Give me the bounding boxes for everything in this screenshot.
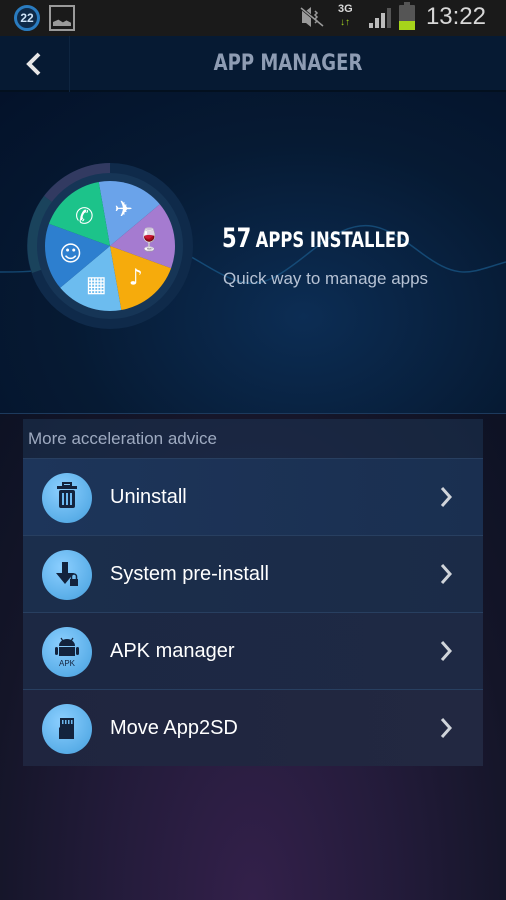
airplane-icon: ✈ <box>114 197 132 222</box>
chevron-right-icon <box>440 641 453 661</box>
list-item-system-pre-install[interactable]: System pre-install <box>23 535 483 612</box>
3g-data-icon: 3G <box>338 3 353 15</box>
page-title: APP MANAGER <box>213 51 363 76</box>
phone-icon: ✆ <box>75 204 93 229</box>
apps-summary: ✈ 🍷 ♪ ▦ ☺ ✆ 57 APPS INSTALLED Quick way to ma… <box>0 92 506 414</box>
chevron-left-icon <box>26 52 41 76</box>
music-note-icon: ♪ <box>129 266 143 291</box>
battery-level-fill <box>399 21 415 30</box>
item-label: APK manager <box>110 640 235 662</box>
mute-vibrate-icon <box>300 6 324 32</box>
installed-label: APPS INSTALLED <box>255 228 410 252</box>
battery-icon <box>399 2 415 30</box>
chevron-right-icon <box>440 564 453 584</box>
item-label: Uninstall <box>110 486 187 508</box>
notification-count-icon: 22 <box>14 5 40 31</box>
signal-icon <box>369 8 392 28</box>
app-header: APP MANAGER <box>0 36 506 92</box>
clock: 13:22 <box>425 3 486 30</box>
apps-installed-heading: 57 APPS INSTALLED <box>222 223 410 254</box>
chevron-right-icon <box>440 487 453 507</box>
apps-subtitle: Quick way to manage apps <box>223 269 429 288</box>
item-label: Move App2SD <box>110 717 238 739</box>
acceleration-advice-panel: More acceleration advice Uninstall Syste… <box>23 419 483 766</box>
gallery-icon <box>49 5 75 31</box>
item-label: System pre-install <box>110 563 269 585</box>
film-icon: ▦ <box>86 273 107 298</box>
trash-icon <box>42 473 92 523</box>
data-activity-icon: ↓↑ <box>340 17 350 28</box>
wine-glass-icon: 🍷 <box>136 227 163 253</box>
download-lock-icon <box>42 550 92 600</box>
apk-icon-text: APK <box>59 659 76 668</box>
status-bar: 22 3G ↓↑ 13:22 <box>0 0 506 36</box>
chat-face-icon: ☺ <box>59 242 82 267</box>
list-item-apk-manager[interactable]: APK APK manager <box>23 612 483 689</box>
installed-count: 57 <box>222 223 252 254</box>
list-item-move-app2sd[interactable]: Move App2SD <box>23 689 483 766</box>
back-button[interactable] <box>0 36 70 92</box>
app-category-wheel[interactable]: ✈🍷 ♪ ▦☺ ✆ <box>27 163 193 329</box>
chevron-right-icon <box>440 718 453 738</box>
android-apk-icon: APK <box>42 627 92 677</box>
section-header: More acceleration advice <box>28 429 217 448</box>
sd-card-icon <box>42 704 92 754</box>
list-item-uninstall[interactable]: Uninstall <box>23 458 483 535</box>
